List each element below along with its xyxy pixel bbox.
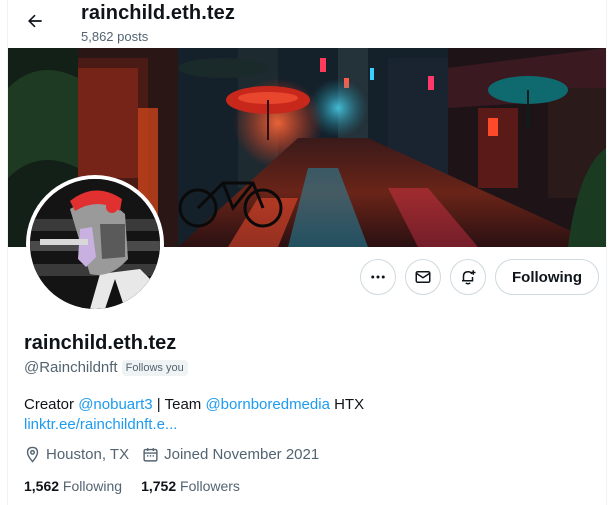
header-title: rainchild.eth.tez [81,2,235,24]
joined-item: Joined November 2021 [142,446,319,463]
follow-counts: 1,562 Following 1,752 Followers [24,478,259,494]
more-horizontal-icon [371,275,385,279]
location-pin-icon [26,446,39,463]
handle-row: @Rainchildnft Follows you [24,359,188,376]
profile-meta: Houston, TX Joined November 2021 [24,446,332,463]
posts-count: 5,862 posts [81,29,149,44]
joined-text: Joined November 2021 [164,446,320,463]
more-button[interactable] [360,259,397,295]
profile-url-link[interactable]: linktr.ee/rainchildnft.e... [24,416,177,433]
following-button[interactable]: Following [495,259,599,295]
arrow-left-icon [28,14,42,28]
follows-you-badge: Follows you [121,359,188,376]
avatar [30,179,160,309]
display-name: rainchild.eth.tez [24,332,177,354]
bio-suffix: HTX [329,396,365,413]
right-border [606,0,615,505]
back-button[interactable] [20,6,50,36]
followers-count-link[interactable]: 1,752 Followers [141,478,240,494]
notifications-button[interactable] [450,259,487,295]
followers-label: Followers [176,478,240,494]
user-handle: @Rainchildnft [24,359,118,376]
bio-prefix: Creator [24,396,79,413]
calendar-icon [143,448,158,462]
avatar-image [30,179,160,309]
following-label: Following [59,478,123,494]
location-item: Houston, TX [24,446,129,463]
mention-link-bornboredmedia[interactable]: @bornboredmedia [205,396,329,413]
followers-count: 1,752 [141,478,177,494]
following-count-link[interactable]: 1,562 Following [24,478,122,494]
bio-middle: | Team [152,396,206,413]
left-border [0,0,8,505]
profile-header-bar: rainchild.eth.tez 5,862 posts [8,0,606,48]
avatar-frame[interactable] [26,175,164,313]
envelope-icon [415,271,431,283]
mention-link-nobuart3[interactable]: @nobuart3 [78,396,152,413]
profile-actions: Following [360,259,599,295]
message-button[interactable] [405,259,442,295]
location-text: Houston, TX [46,446,130,463]
following-count: 1,562 [24,478,60,494]
bell-plus-icon [462,270,476,285]
profile-bio: Creator @nobuart3 | Team @bornboredmedia… [24,396,364,413]
